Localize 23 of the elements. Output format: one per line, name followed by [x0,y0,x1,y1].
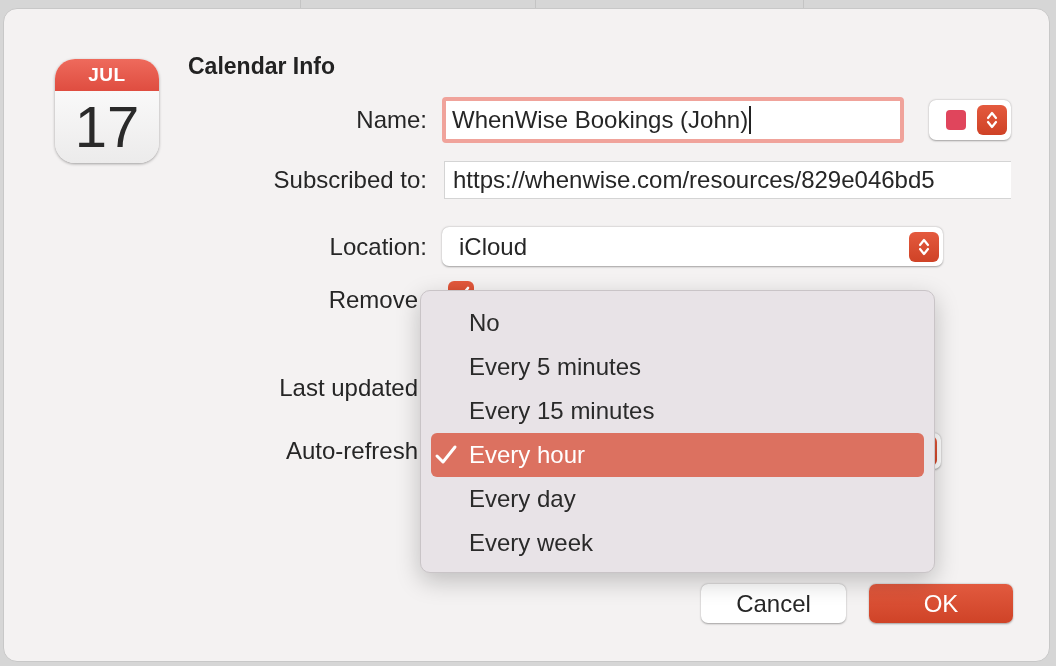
color-popup[interactable] [929,100,1011,140]
icon-day: 17 [74,98,140,156]
stepper-icon [918,236,930,257]
dialog-button[interactable]: OK [869,584,1013,623]
icon-month: JUL [88,64,126,86]
field-label: Name: [355,106,427,134]
location-popup[interactable]: iCloud [442,227,943,266]
field-label: Auto-refresh [284,437,419,465]
field-label: Remove [327,286,419,314]
field-label: Subscribed to: [272,166,427,194]
field-label: Last updated [278,374,419,402]
url-field[interactable]: https://whenwise.com/resources/829e046bd5 [444,161,1011,199]
checkmark-icon [434,444,458,466]
dialog-button[interactable]: Cancel [701,584,846,623]
menu-item[interactable]: Every 15 minutes [431,389,924,433]
dialog-title: Calendar Info [188,52,336,81]
field-label: Location: [328,232,427,261]
menu-item[interactable]: Every week [431,521,924,565]
name-field[interactable]: WhenWise Bookings (John) [442,97,904,143]
menu-item[interactable]: Every 5 minutes [431,345,924,389]
stepper-icon [986,110,998,130]
menu-item[interactable]: Every day [431,477,924,521]
menu-item[interactable]: No [431,301,924,345]
